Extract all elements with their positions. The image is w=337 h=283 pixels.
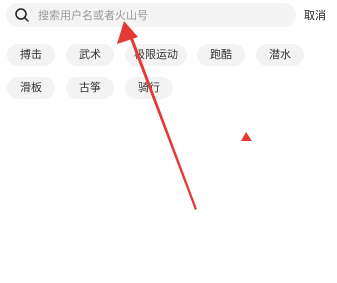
tag-chip[interactable]: 极限运动	[125, 44, 187, 66]
search-bar[interactable]	[6, 3, 296, 27]
tag-chip[interactable]: 潜水	[256, 44, 304, 66]
tag-chip[interactable]: 武术	[66, 44, 114, 66]
tag-chip[interactable]: 古筝	[66, 77, 114, 99]
tag-chip[interactable]: 滑板	[7, 77, 55, 99]
annotation-marker	[241, 132, 252, 141]
annotation-arrow	[117, 21, 252, 210]
search-page: 取消 搏击 武术 极限运动 跑酷 潜水 滑板 古筝 骑行	[0, 0, 337, 283]
tag-chip[interactable]: 搏击	[7, 44, 55, 66]
search-input[interactable]	[38, 6, 288, 24]
cancel-button[interactable]: 取消	[304, 7, 326, 23]
search-icon	[15, 8, 29, 22]
tag-chip[interactable]: 骑行	[125, 77, 173, 99]
tag-chip[interactable]: 跑酷	[197, 44, 245, 66]
